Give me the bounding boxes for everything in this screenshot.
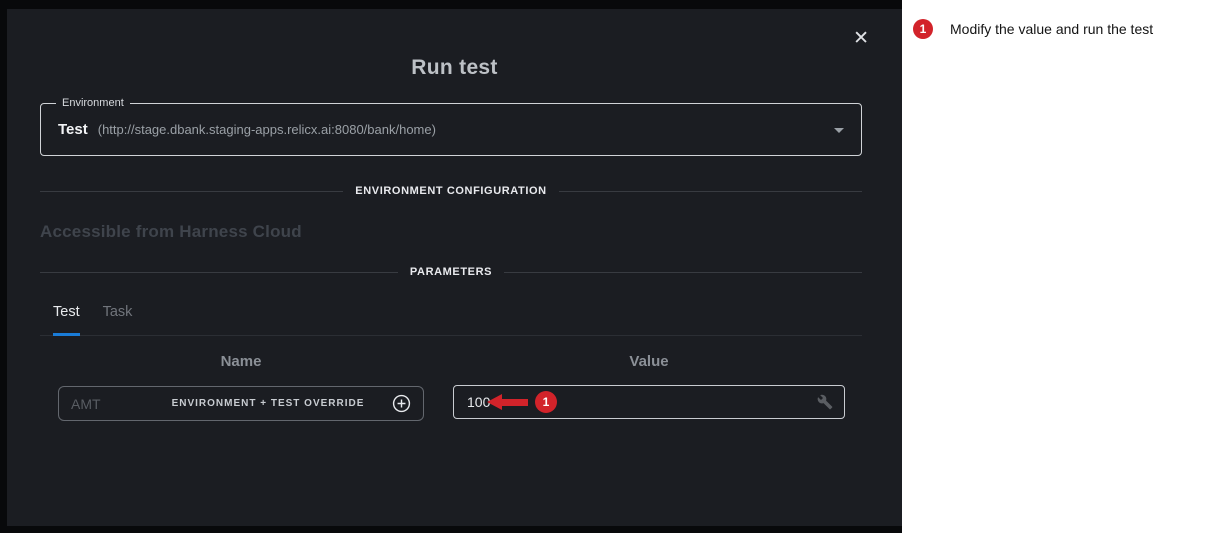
modal-backdrop: ✕ Run test Environment Test (http://stag… xyxy=(0,0,902,533)
marker-badge: 1 xyxy=(535,391,557,413)
environment-selected-option: Test (http://stage.dbank.staging-apps.re… xyxy=(41,104,861,155)
column-header-value: Value xyxy=(453,353,845,370)
step-text: Modify the value and run the test xyxy=(950,19,1153,37)
divider-line xyxy=(504,272,862,273)
parameter-value-input[interactable] xyxy=(454,394,504,410)
parameter-name-input[interactable] xyxy=(59,396,144,412)
add-parameter-icon[interactable] xyxy=(392,394,411,413)
parameter-name-field[interactable]: ENVIRONMENT + TEST OVERRIDE xyxy=(58,386,424,421)
screenshot-stage: ✕ Run test Environment Test (http://stag… xyxy=(0,0,1222,533)
step-number-badge: 1 xyxy=(913,19,933,39)
parameter-value-field[interactable]: 1 xyxy=(453,385,845,419)
close-icon[interactable]: ✕ xyxy=(853,29,869,48)
environment-name: Test xyxy=(58,121,88,138)
wrench-icon[interactable] xyxy=(817,394,833,410)
harness-cloud-note: Accessible from Harness Cloud xyxy=(40,222,302,242)
environment-select[interactable]: Environment Test (http://stage.dbank.sta… xyxy=(40,103,862,156)
column-header-name: Name xyxy=(58,353,424,370)
parameter-scope-badge: ENVIRONMENT + TEST OVERRIDE xyxy=(144,398,392,409)
run-test-dialog: ✕ Run test Environment Test (http://stag… xyxy=(7,9,902,526)
dialog-title: Run test xyxy=(7,56,902,80)
chevron-down-icon[interactable] xyxy=(834,128,844,133)
tab-task[interactable]: Task xyxy=(103,304,133,335)
arrow-tail xyxy=(502,399,528,406)
divider-line xyxy=(559,191,862,192)
environment-select-label: Environment xyxy=(56,97,130,109)
annotation-panel: 1 Modify the value and run the test xyxy=(902,0,1222,533)
environment-configuration-heading: ENVIRONMENT CONFIGURATION xyxy=(355,185,546,197)
environment-configuration-divider: ENVIRONMENT CONFIGURATION xyxy=(40,185,862,197)
environment-url: (http://stage.dbank.staging-apps.relicx.… xyxy=(98,122,436,137)
annotation-step: 1 Modify the value and run the test xyxy=(902,0,1222,39)
divider-line xyxy=(40,191,343,192)
parameters-divider: PARAMETERS xyxy=(40,266,862,278)
parameters-heading: PARAMETERS xyxy=(410,266,492,278)
parameters-tab-bar: Test Task xyxy=(40,304,862,336)
tab-test[interactable]: Test xyxy=(53,304,80,336)
divider-line xyxy=(40,272,398,273)
